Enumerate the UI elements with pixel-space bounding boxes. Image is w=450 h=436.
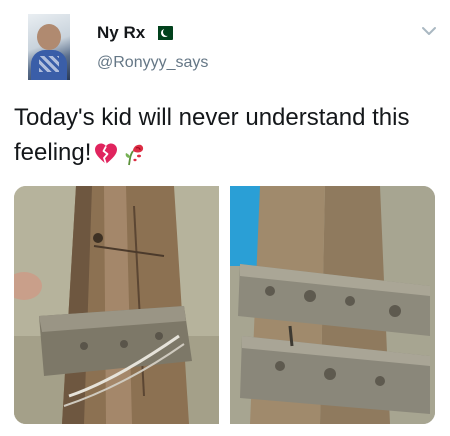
author-display-name[interactable]: Ny Rx bbox=[97, 23, 145, 43]
avatar-shirt bbox=[31, 50, 67, 80]
tweet-text-block: Today's kid will never understand this f… bbox=[14, 100, 440, 170]
pakistan-flag-icon bbox=[153, 26, 174, 40]
wilted-rose-icon bbox=[126, 144, 144, 165]
chevron-down-icon[interactable] bbox=[420, 22, 438, 40]
avatar-face bbox=[37, 24, 61, 50]
right-photo[interactable] bbox=[230, 186, 435, 424]
wooden-cricket-stumps-photo bbox=[14, 186, 219, 424]
broken-heart-icon bbox=[95, 143, 118, 164]
left-photo[interactable] bbox=[14, 186, 219, 424]
avatar[interactable] bbox=[28, 14, 70, 80]
tweet-card: Ny Rx @Ronyyy_says Today's kid will neve… bbox=[0, 0, 450, 436]
tweet-text: Today's kid will never understand this f… bbox=[14, 104, 410, 166]
wooden-post-with-metal-plates-photo bbox=[230, 186, 435, 424]
author-name-row: Ny Rx bbox=[97, 22, 174, 44]
author-handle[interactable]: @Ronyyy_says bbox=[97, 54, 208, 72]
